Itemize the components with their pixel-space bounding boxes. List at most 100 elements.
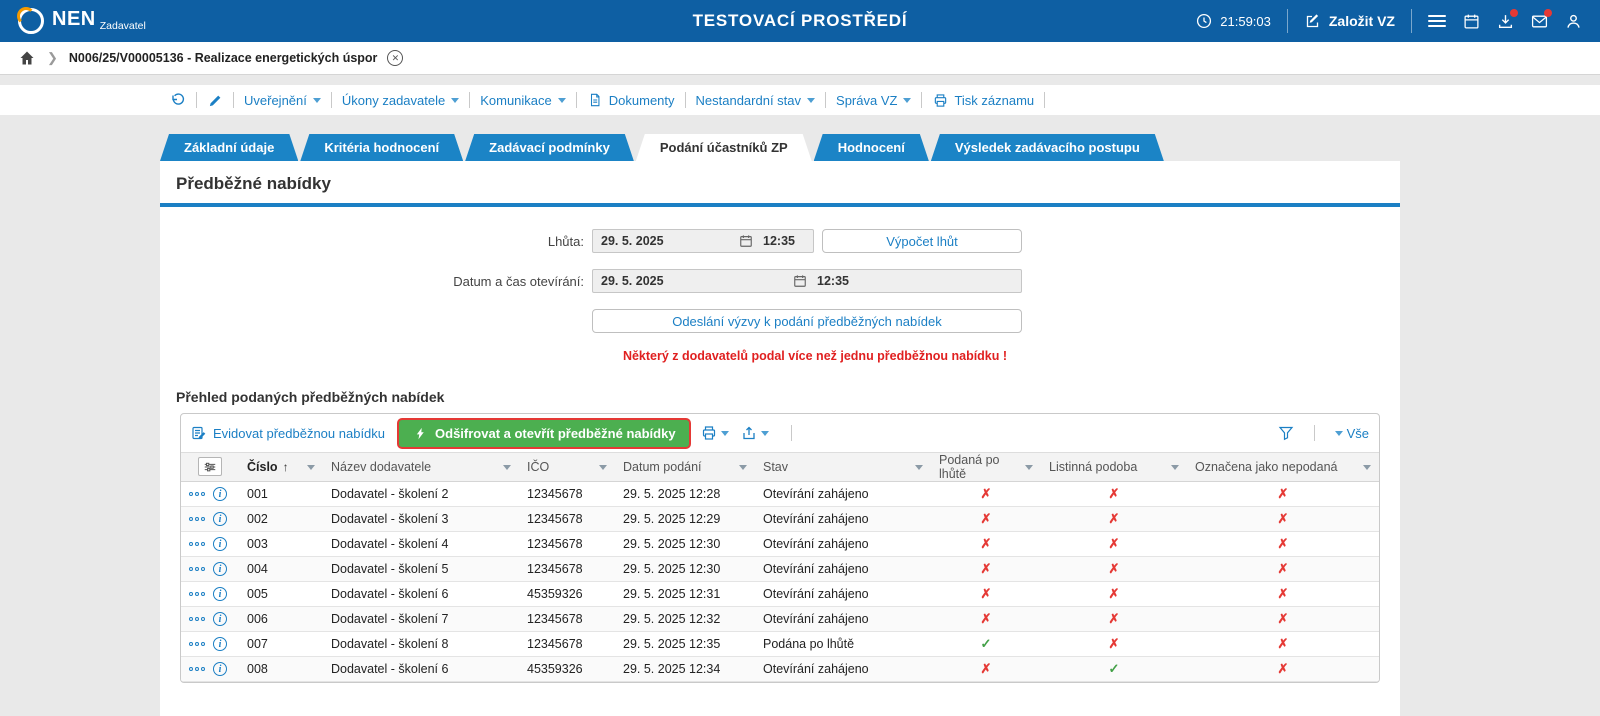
table-row[interactable]: i 002 Dodavatel - školení 3 12345678 29.… xyxy=(181,507,1379,532)
cell-nazev-dodavatele: Dodavatel - školení 8 xyxy=(323,632,519,657)
cell-datum-podani: 29. 5. 2025 12:28 xyxy=(615,482,755,507)
cell-oznacena-nepodana: ✗ xyxy=(1187,482,1379,507)
row-actions-icon[interactable] xyxy=(189,590,205,598)
cell-nazev-dodavatele: Dodavatel - školení 3 xyxy=(323,507,519,532)
tab-zadavaci-podminky[interactable]: Zadávací podmínky xyxy=(465,134,634,161)
vypocet-lhut-button[interactable]: Výpočet lhůt xyxy=(822,229,1022,253)
row-info-icon[interactable]: i xyxy=(213,537,227,551)
row-info-icon[interactable]: i xyxy=(213,562,227,576)
opening-time-value[interactable]: 12:35 xyxy=(807,274,1021,288)
table-header-row: Číslo↑ Název dodavatele IČO Datum podání… xyxy=(181,453,1379,482)
table-row[interactable]: i 003 Dodavatel - školení 4 12345678 29.… xyxy=(181,532,1379,557)
table-row[interactable]: i 007 Dodavatel - školení 8 12345678 29.… xyxy=(181,632,1379,657)
edit-pencil-icon[interactable] xyxy=(207,92,223,108)
menu-dokumenty[interactable]: Dokumenty xyxy=(587,92,675,108)
tab-zakladni-udaje[interactable]: Základní údaje xyxy=(160,134,298,161)
row-info-icon[interactable]: i xyxy=(213,587,227,601)
column-header-ico[interactable]: IČO xyxy=(519,453,615,482)
toolbar-separator xyxy=(1314,425,1315,441)
row-actions-icon[interactable] xyxy=(189,615,205,623)
cell-listinna-podoba: ✗ xyxy=(1041,632,1187,657)
menu-tisk-zaznamu[interactable]: Tisk záznamu xyxy=(932,92,1034,108)
menu-sprava-vz[interactable]: Správa VZ xyxy=(836,93,911,108)
nen-logo[interactable]: NEN Zadavatel xyxy=(18,8,146,34)
opening-datetime-field[interactable]: 29. 5. 2025 12:35 xyxy=(592,269,1022,293)
row-info-icon[interactable]: i xyxy=(213,637,227,651)
row-actions-icon[interactable] xyxy=(189,665,205,673)
calendar-icon[interactable] xyxy=(793,274,807,288)
close-record-icon[interactable]: ✕ xyxy=(387,50,403,66)
cell-nazev-dodavatele: Dodavatel - školení 6 xyxy=(323,582,519,607)
opening-date-value[interactable]: 29. 5. 2025 xyxy=(593,274,793,288)
calendar-icon[interactable] xyxy=(739,234,753,248)
tab-podani-ucastniku[interactable]: Podání účastníků ZP xyxy=(636,134,812,161)
column-header-nepodana[interactable]: Označena jako nepodaná xyxy=(1187,453,1379,482)
column-header-datum[interactable]: Datum podání xyxy=(615,453,755,482)
cell-datum-podani: 29. 5. 2025 12:29 xyxy=(615,507,755,532)
menu-uverejneni[interactable]: Uveřejnění xyxy=(244,93,321,108)
table-row[interactable]: i 008 Dodavatel - školení 6 45359326 29.… xyxy=(181,657,1379,682)
row-actions-icon[interactable] xyxy=(189,565,205,573)
cell-oznacena-nepodana: ✗ xyxy=(1187,557,1379,582)
chevron-down-icon xyxy=(1335,431,1343,436)
menu-komunikace[interactable]: Komunikace xyxy=(480,93,566,108)
history-undo-icon[interactable] xyxy=(170,92,186,108)
row-info-icon[interactable]: i xyxy=(213,487,227,501)
column-header-po-lhute[interactable]: Podaná po lhůtě xyxy=(931,453,1041,482)
chevron-down-icon xyxy=(903,98,911,103)
view-filter-dropdown[interactable]: Vše xyxy=(1335,426,1369,441)
column-header-nazev[interactable]: Název dodavatele xyxy=(323,453,519,482)
print-table-button[interactable] xyxy=(701,425,729,441)
row-actions-icon[interactable] xyxy=(189,640,205,648)
cell-cislo: 001 xyxy=(239,482,323,507)
cell-oznacena-nepodana: ✗ xyxy=(1187,632,1379,657)
cell-nazev-dodavatele: Dodavatel - školení 6 xyxy=(323,657,519,682)
lhuta-date-value[interactable]: 29. 5. 2025 xyxy=(593,234,739,248)
export-table-button[interactable] xyxy=(741,425,769,441)
table-row[interactable]: i 004 Dodavatel - školení 5 12345678 29.… xyxy=(181,557,1379,582)
cell-podana-po-lhute: ✗ xyxy=(931,507,1041,532)
cell-cislo: 003 xyxy=(239,532,323,557)
row-actions-icon[interactable] xyxy=(189,540,205,548)
column-header-listinna[interactable]: Listinná podoba xyxy=(1041,453,1187,482)
column-settings-icon[interactable] xyxy=(198,457,222,476)
menu-ukony-zadavatele[interactable]: Úkony zadavatele xyxy=(342,93,459,108)
column-header-stav[interactable]: Stav xyxy=(755,453,931,482)
cell-stav: Otevírání zahájeno xyxy=(755,532,931,557)
menu-nestandardni-stav[interactable]: Nestandardní stav xyxy=(696,93,816,108)
column-header-cislo[interactable]: Číslo↑ xyxy=(239,453,323,482)
download-icon[interactable] xyxy=(1496,12,1514,30)
row-actions-icon[interactable] xyxy=(189,515,205,523)
odeslani-vyzvy-button[interactable]: Odeslání výzvy k podání předběžných nabí… xyxy=(592,309,1022,333)
lhuta-time-value[interactable]: 12:35 xyxy=(753,234,813,248)
tab-vysledek-postupu[interactable]: Výsledek zadávacího postupu xyxy=(931,134,1164,161)
cell-ico: 45359326 xyxy=(519,657,615,682)
lhuta-datetime-field[interactable]: 29. 5. 2025 12:35 xyxy=(592,229,814,253)
calendar-icon[interactable] xyxy=(1462,12,1480,30)
create-vz-button[interactable]: Založit VZ xyxy=(1304,12,1395,30)
bids-table-card: Evidovat předběžnou nabídku Odšifrovat a… xyxy=(180,413,1380,683)
table-row[interactable]: i 006 Dodavatel - školení 7 12345678 29.… xyxy=(181,607,1379,632)
odsifrovat-button[interactable]: Odšifrovat a otevřít předběžné nabídky xyxy=(399,420,689,447)
home-icon[interactable] xyxy=(18,49,36,67)
table-row[interactable]: i 001 Dodavatel - školení 2 12345678 29.… xyxy=(181,482,1379,507)
evidovat-nabidku-button[interactable]: Evidovat předběžnou nabídku xyxy=(191,425,385,441)
tab-hodnoceni[interactable]: Hodnocení xyxy=(814,134,929,161)
clock-time: 21:59:03 xyxy=(1220,14,1271,29)
row-info-icon[interactable]: i xyxy=(213,662,227,676)
cell-datum-podani: 29. 5. 2025 12:30 xyxy=(615,557,755,582)
printer-icon xyxy=(701,425,717,441)
row-actions-icon[interactable] xyxy=(189,490,205,498)
menu-icon[interactable] xyxy=(1428,15,1446,28)
user-icon[interactable] xyxy=(1564,12,1582,30)
duplicate-bid-warning: Některý z dodavatelů podal více než jedn… xyxy=(600,349,1030,363)
row-info-icon[interactable]: i xyxy=(213,512,227,526)
cell-stav: Otevírání zahájeno xyxy=(755,657,931,682)
mail-icon[interactable] xyxy=(1530,12,1548,30)
row-info-icon[interactable]: i xyxy=(213,612,227,626)
tab-kriteria-hodnoceni[interactable]: Kritéria hodnocení xyxy=(300,134,463,161)
filter-icon[interactable] xyxy=(1278,425,1294,441)
table-row[interactable]: i 005 Dodavatel - školení 6 45359326 29.… xyxy=(181,582,1379,607)
breadcrumb-item[interactable]: N006/25/V00005136 - Realizace energetick… xyxy=(69,51,378,65)
cell-stav: Otevírání zahájeno xyxy=(755,482,931,507)
